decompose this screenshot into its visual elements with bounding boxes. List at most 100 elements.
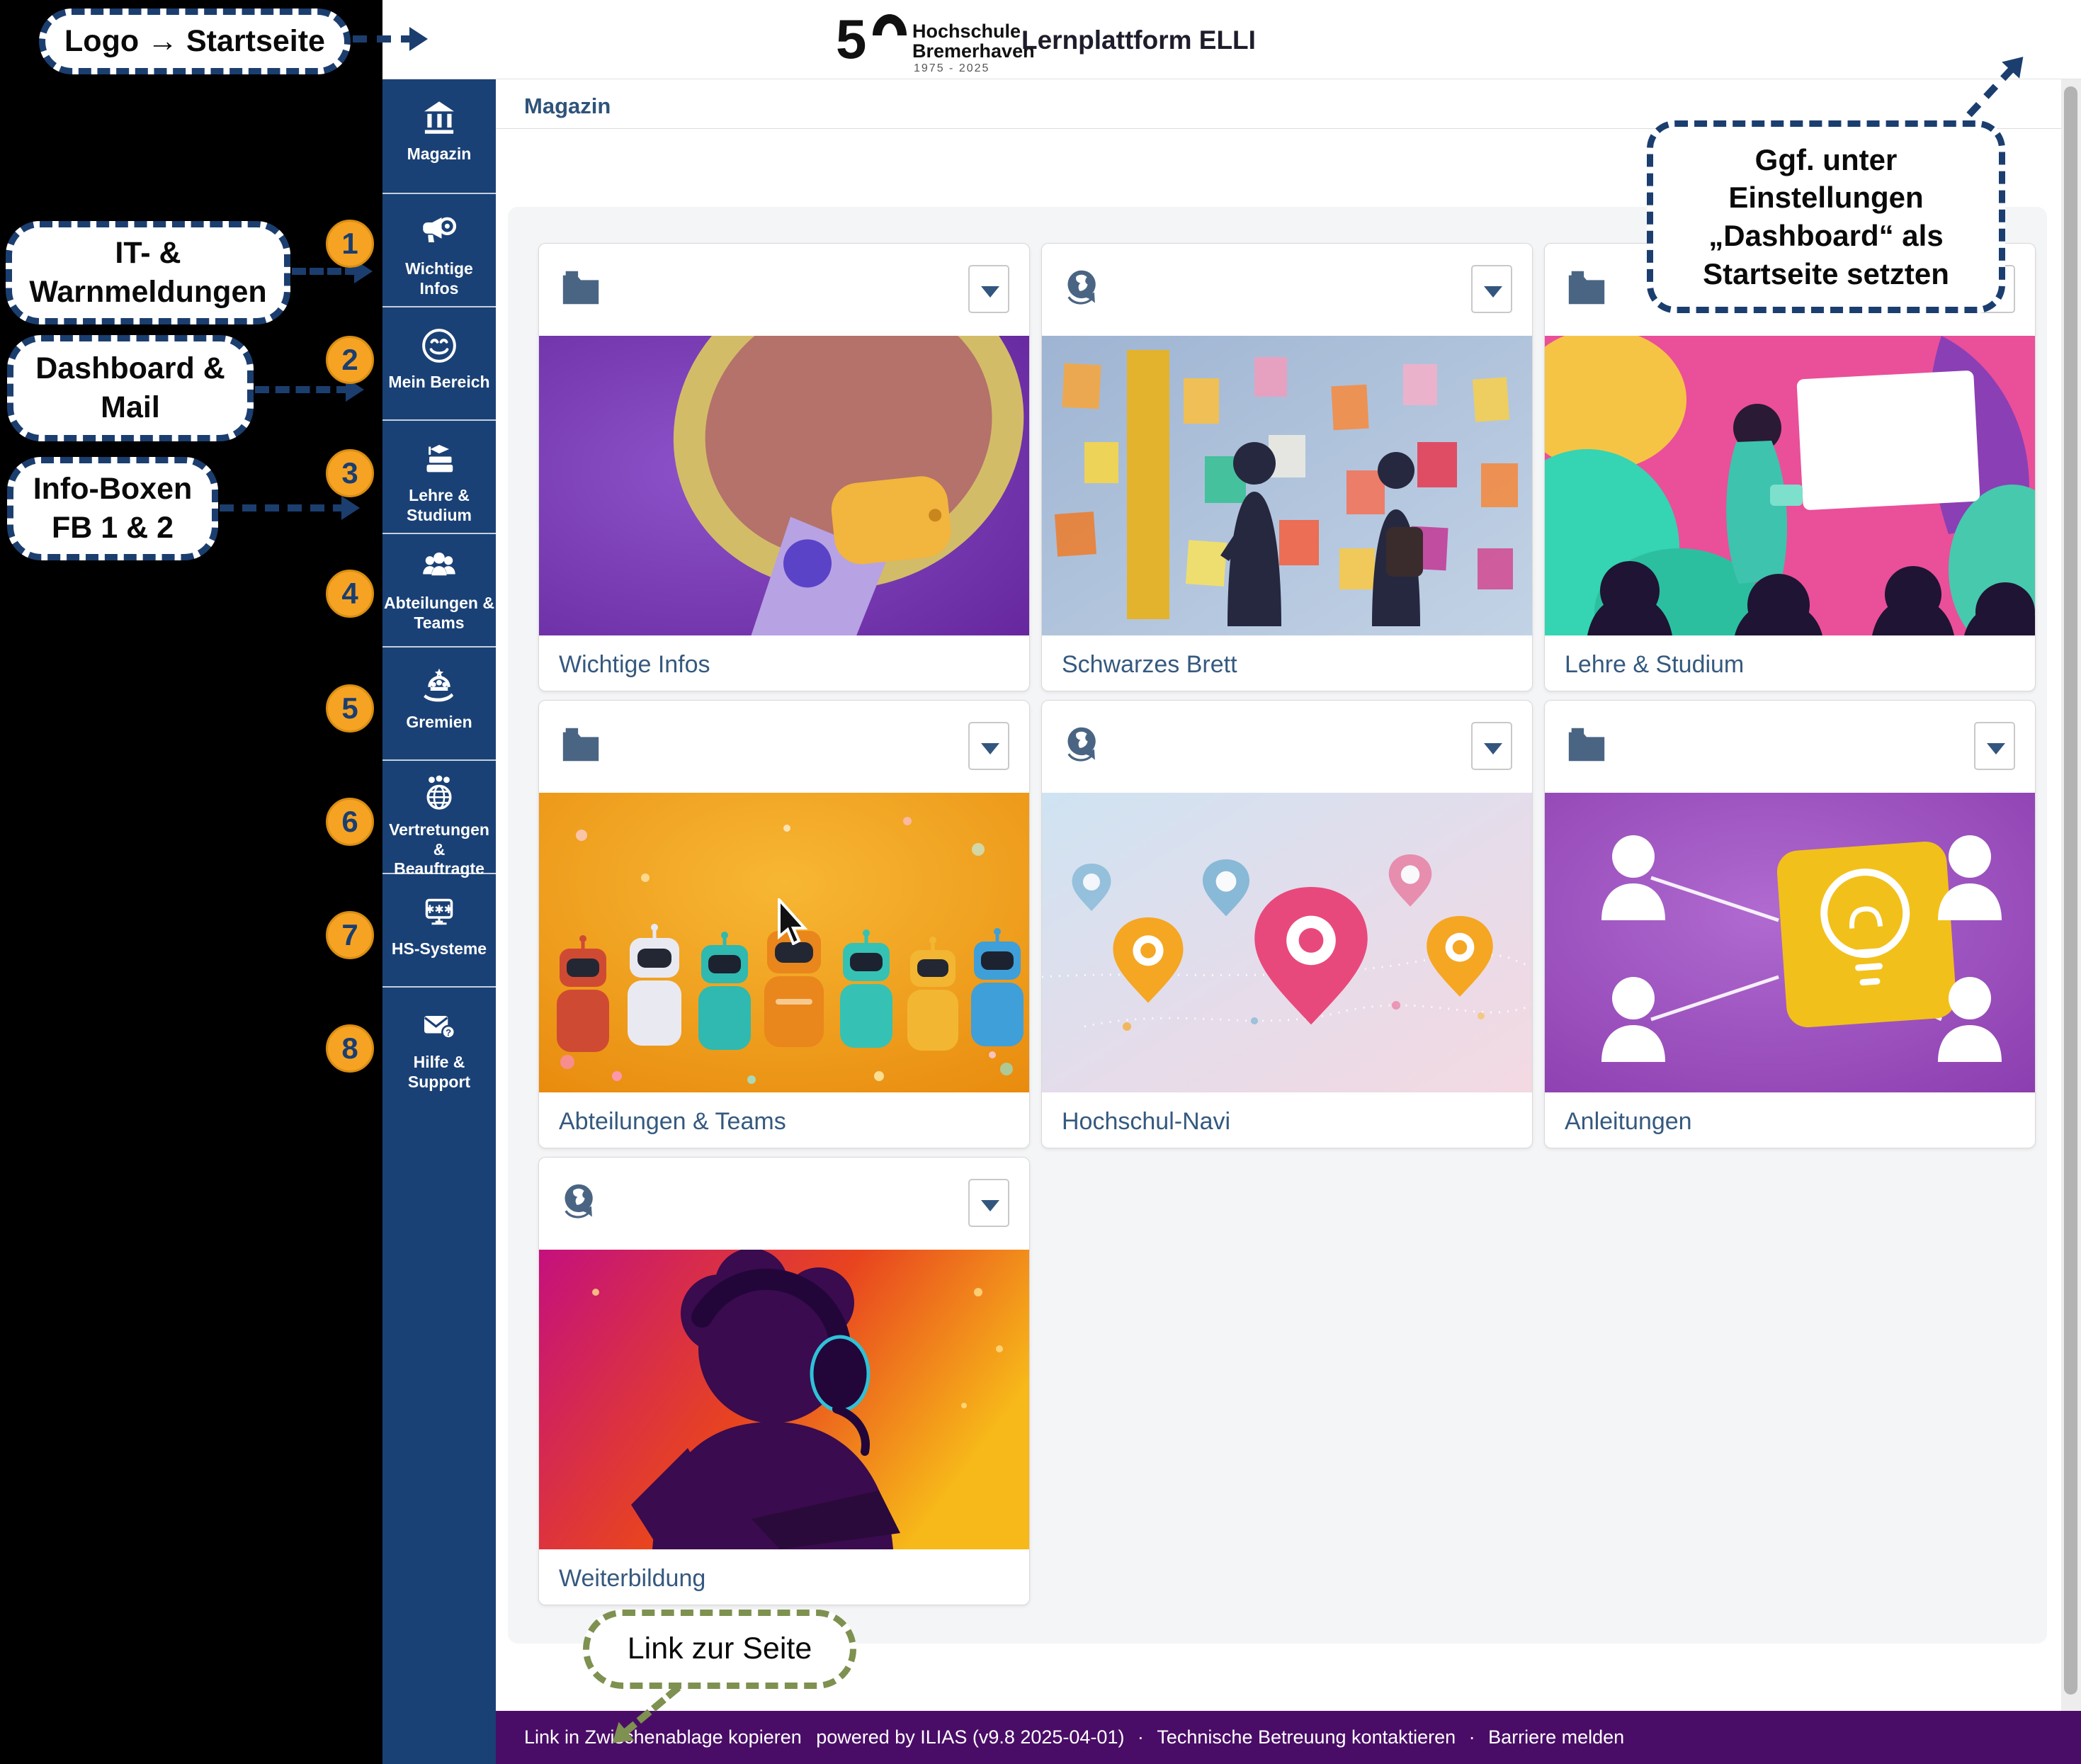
- callout-dashboard-startseite: Ggf. unter Einstellungen „Dashboard“ als…: [1647, 120, 2005, 313]
- annotation-number-8: 8: [326, 1024, 374, 1073]
- callout-it-warnmeldungen: IT- & Warnmeldungen: [6, 221, 290, 324]
- logo-5-glyph: 5: [836, 7, 875, 72]
- card-header: [1042, 244, 1532, 336]
- callout-info-boxen: Info-Boxen FB 1 & 2: [7, 457, 218, 560]
- svg-text:?: ?: [446, 1027, 451, 1038]
- weblink-icon: [1062, 725, 1106, 766]
- card-wichtige-infos[interactable]: Wichtige Infos: [538, 243, 1030, 691]
- callout-logo-startseite: Logo → Startseite: [39, 9, 351, 74]
- sidebar-item-gremien[interactable]: Gremien: [382, 646, 496, 759]
- card-title[interactable]: Schwarzes Brett: [1062, 651, 1237, 679]
- sidebar-item-label: HS-Systeme: [384, 939, 494, 959]
- card-title[interactable]: Hochschul-Navi: [1062, 1108, 1230, 1136]
- sidebar-item-vertretungen-beauftragte[interactable]: Vertretungen & Beauftragte: [382, 759, 496, 873]
- card-actions-dropdown[interactable]: [1471, 265, 1512, 313]
- card-anleitungen[interactable]: Anleitungen: [1544, 700, 2036, 1148]
- card-image-weiterbildung[interactable]: [539, 1250, 1029, 1549]
- footer-separator: ·: [1138, 1726, 1144, 1748]
- sidebar-item-magazin[interactable]: Magazin: [382, 79, 496, 193]
- card-actions-dropdown[interactable]: [1974, 722, 2015, 770]
- card-weiterbildung[interactable]: Weiterbildung: [538, 1157, 1030, 1605]
- folder-icon: [559, 725, 603, 766]
- logo-hochschule-bremerhaven[interactable]: 50 5 Hochschule Bremerhaven 1975 - 2025: [836, 6, 1048, 74]
- card-title[interactable]: Anleitungen: [1565, 1108, 1692, 1136]
- committee-icon: [419, 666, 459, 706]
- sidebar-item-hilfe-support[interactable]: ? Hilfe & Support: [382, 986, 496, 1099]
- card-header: [1545, 701, 2035, 793]
- chevron-down-icon: [1484, 743, 1502, 754]
- sidebar-item-lehre-studium[interactable]: Lehre & Studium: [382, 419, 496, 533]
- arrow-head: [341, 496, 360, 520]
- weblink-icon: [1062, 268, 1106, 309]
- callout-text: Dashboard & Mail: [35, 349, 225, 427]
- card-hochschul-navi[interactable]: Hochschul-Navi: [1041, 700, 1533, 1148]
- callout-link-zur-seite: Link zur Seite: [583, 1610, 856, 1689]
- chevron-down-icon: [981, 743, 999, 754]
- chevron-down-icon: [981, 286, 999, 298]
- card-actions-dropdown[interactable]: [1471, 722, 1512, 770]
- footer-powered-by: powered by ILIAS (v9.8 2025-04-01): [816, 1726, 1124, 1748]
- callout-text: IT- & Warnmeldungen: [29, 234, 266, 312]
- sidebar-item-label: Gremien: [384, 713, 494, 733]
- card-header: [539, 1158, 1029, 1250]
- callout-dashboard-mail: Dashboard & Mail: [7, 335, 254, 441]
- annotation-number-3: 3: [326, 449, 374, 497]
- people-icon: [419, 547, 459, 587]
- logo-name: Hochschule Bremerhaven: [912, 21, 1035, 62]
- top-bar: 50 5 Hochschule Bremerhaven 1975 - 2025 …: [382, 0, 2081, 79]
- scrollbar-thumb[interactable]: [2064, 86, 2077, 1695]
- megaphone-icon: [419, 213, 459, 252]
- annotation-number-4: 4: [326, 570, 374, 618]
- card-image-lehre-studium[interactable]: [1545, 336, 2035, 635]
- folder-icon: [1565, 725, 1609, 766]
- card-schwarzes-brett[interactable]: Schwarzes Brett: [1041, 243, 1533, 691]
- card-image-schwarzes-brett[interactable]: [1042, 336, 1532, 635]
- arrow-line: [292, 268, 359, 275]
- folder-icon: [559, 268, 603, 309]
- breadcrumb[interactable]: Magazin: [524, 94, 611, 119]
- sidebar-item-mein-bereich[interactable]: Mein Bereich: [382, 306, 496, 419]
- sidebar: Magazin Wichtige Infos Mein Bereich Lehr…: [382, 79, 496, 1764]
- card-actions-dropdown[interactable]: [968, 265, 1009, 313]
- sidebar-item-label: Mein Bereich: [384, 373, 494, 392]
- card-title[interactable]: Weiterbildung: [559, 1565, 705, 1593]
- footer-report-barrier-link[interactable]: Barriere melden: [1488, 1726, 1624, 1748]
- card-image-anleitungen[interactable]: [1545, 793, 2035, 1092]
- sidebar-item-label: Magazin: [384, 145, 494, 164]
- chevron-down-icon: [981, 1200, 999, 1211]
- footer-separator: ·: [1469, 1726, 1475, 1748]
- page-title: Lernplattform ELLI: [1021, 26, 1256, 55]
- card-image-wichtige-infos[interactable]: [539, 336, 1029, 635]
- arrow-line: [255, 386, 351, 393]
- callout-text: Info-Boxen FB 1 & 2: [33, 470, 193, 548]
- footer-copy-link[interactable]: Link in Zwischenablage kopieren: [524, 1726, 802, 1748]
- folder-icon: [1565, 268, 1609, 309]
- callout-text: Link zur Seite: [628, 1629, 812, 1668]
- card-title[interactable]: Abteilungen & Teams: [559, 1108, 786, 1136]
- chevron-down-icon: [1987, 743, 2005, 754]
- bank-icon: [419, 98, 459, 137]
- annotation-number-1: 1: [326, 220, 374, 268]
- sidebar-item-abteilungen-teams[interactable]: Abteilungen & Teams: [382, 533, 496, 646]
- page: 50 5 Hochschule Bremerhaven 1975 - 2025 …: [0, 0, 2081, 1764]
- annotation-number-7: 7: [326, 911, 374, 959]
- globe-people-icon: [419, 774, 459, 813]
- sidebar-item-wichtige-infos[interactable]: Wichtige Infos: [382, 193, 496, 306]
- card-image-hochschul-navi[interactable]: [1042, 793, 1532, 1092]
- mail-help-icon: ?: [419, 1006, 459, 1046]
- annotation-number-6: 6: [326, 798, 374, 846]
- sidebar-item-label: Hilfe & Support: [384, 1053, 494, 1092]
- card-actions-dropdown[interactable]: [968, 1179, 1009, 1227]
- weblink-icon: [559, 1182, 603, 1223]
- footer-support-link[interactable]: Technische Betreuung kontaktieren: [1157, 1726, 1456, 1748]
- callout-text: Logo → Startseite: [64, 22, 325, 61]
- card-actions-dropdown[interactable]: [968, 722, 1009, 770]
- books-icon: [419, 439, 459, 479]
- sidebar-item-hs-systeme[interactable]: ✱✱✱ HS-Systeme: [382, 873, 496, 986]
- card-title[interactable]: Wichtige Infos: [559, 651, 710, 679]
- mouse-cursor: [776, 898, 810, 945]
- card-title[interactable]: Lehre & Studium: [1565, 651, 1744, 679]
- card-header: [539, 701, 1029, 793]
- chevron-down-icon: [1484, 286, 1502, 298]
- svg-text:✱✱✱: ✱✱✱: [425, 904, 453, 916]
